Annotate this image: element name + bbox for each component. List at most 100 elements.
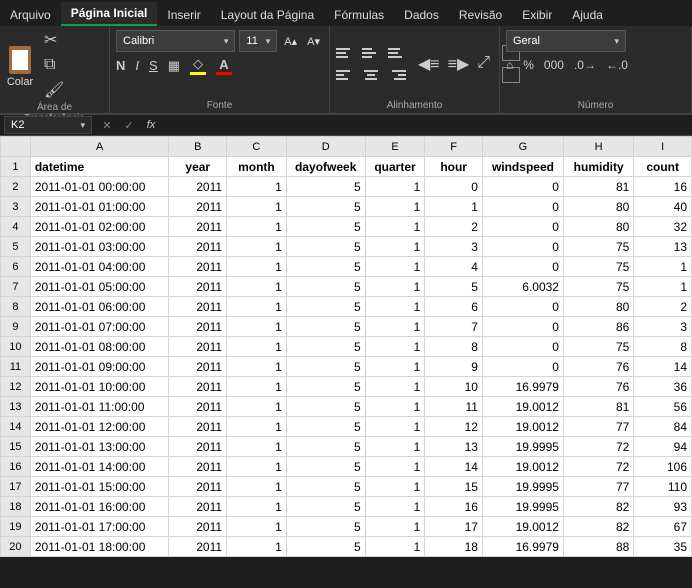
row-header-4[interactable]: 4 (1, 217, 31, 237)
cell[interactable]: 1 (365, 437, 425, 457)
cell[interactable]: 1 (227, 257, 287, 277)
cell[interactable]: 5 (286, 417, 365, 437)
cell[interactable]: 75 (563, 337, 633, 357)
cell[interactable]: 2011-01-01 09:00:00 (30, 357, 169, 377)
cell[interactable]: 72 (563, 457, 633, 477)
cell[interactable]: 1 (425, 197, 483, 217)
border-button[interactable]: ▦ (168, 58, 180, 74)
cell[interactable]: 2 (634, 297, 692, 317)
fx-icon[interactable]: fx (140, 119, 162, 131)
cell[interactable]: 9 (425, 357, 483, 377)
cell[interactable]: 14 (425, 457, 483, 477)
align-left-icon[interactable] (336, 67, 354, 83)
cell[interactable]: 1 (227, 417, 287, 437)
menu-pagina-inicial[interactable]: Página Inicial (61, 2, 158, 26)
cell[interactable]: 1 (227, 317, 287, 337)
cell[interactable]: 2011 (169, 417, 227, 437)
cell[interactable]: 5 (286, 337, 365, 357)
cell[interactable]: 1 (365, 217, 425, 237)
cell[interactable]: 2011-01-01 06:00:00 (30, 297, 169, 317)
cell[interactable]: 2011-01-01 05:00:00 (30, 277, 169, 297)
cell[interactable]: quarter (365, 157, 425, 177)
cell[interactable]: 2011 (169, 457, 227, 477)
cell[interactable]: 2011 (169, 197, 227, 217)
cell[interactable]: month (227, 157, 287, 177)
cell[interactable]: 1 (365, 317, 425, 337)
cell[interactable]: 19.9995 (482, 497, 563, 517)
cell[interactable]: 35 (634, 537, 692, 557)
cell[interactable]: 0 (482, 317, 563, 337)
cell[interactable]: 2011 (169, 317, 227, 337)
cell[interactable]: 5 (286, 457, 365, 477)
row-header-12[interactable]: 12 (1, 377, 31, 397)
cell[interactable]: 1 (365, 377, 425, 397)
decrease-decimal-icon[interactable]: ←.0 (606, 58, 628, 72)
paste-button[interactable]: Colar (6, 42, 34, 88)
cell[interactable]: humidity (563, 157, 633, 177)
row-header-11[interactable]: 11 (1, 357, 31, 377)
cell[interactable]: 0 (482, 297, 563, 317)
col-header-D[interactable]: D (286, 137, 365, 157)
cell[interactable]: 12 (425, 417, 483, 437)
cell[interactable]: 2011-01-01 04:00:00 (30, 257, 169, 277)
cell[interactable]: 7 (425, 317, 483, 337)
cell[interactable]: 1 (227, 537, 287, 557)
cell[interactable]: 82 (563, 517, 633, 537)
cell[interactable]: 5 (286, 197, 365, 217)
cell[interactable]: 80 (563, 297, 633, 317)
cell[interactable]: 36 (634, 377, 692, 397)
cell[interactable]: 1 (227, 297, 287, 317)
cell[interactable]: 86 (563, 317, 633, 337)
cell[interactable]: 2011 (169, 357, 227, 377)
cell[interactable]: 14 (634, 357, 692, 377)
format-painter-icon[interactable]: 🖌 (44, 80, 64, 100)
cell[interactable]: 19.0012 (482, 457, 563, 477)
cell[interactable]: 2 (425, 217, 483, 237)
cell[interactable]: 2011 (169, 497, 227, 517)
cell[interactable]: 19.0012 (482, 397, 563, 417)
cell[interactable]: 2011 (169, 337, 227, 357)
cell[interactable]: 1 (634, 257, 692, 277)
cell[interactable]: 1 (365, 497, 425, 517)
row-header-7[interactable]: 7 (1, 277, 31, 297)
cell[interactable]: 2011 (169, 257, 227, 277)
cell[interactable]: 1 (365, 277, 425, 297)
cell[interactable]: 2011 (169, 537, 227, 557)
cell[interactable]: 81 (563, 397, 633, 417)
cell[interactable]: 2011 (169, 177, 227, 197)
col-header-B[interactable]: B (169, 137, 227, 157)
cell[interactable]: 2011 (169, 217, 227, 237)
cell[interactable]: 81 (563, 177, 633, 197)
cell[interactable]: 1 (227, 397, 287, 417)
align-middle-icon[interactable] (362, 45, 380, 61)
cell[interactable]: 56 (634, 397, 692, 417)
row-header-9[interactable]: 9 (1, 317, 31, 337)
cell[interactable]: 2011 (169, 297, 227, 317)
cell[interactable]: 32 (634, 217, 692, 237)
row-header-15[interactable]: 15 (1, 437, 31, 457)
cell[interactable]: 77 (563, 477, 633, 497)
cell[interactable]: windspeed (482, 157, 563, 177)
cell[interactable]: 0 (482, 197, 563, 217)
spreadsheet-grid[interactable]: ABCDEFGHI1datetimeyearmonthdayofweekquar… (0, 136, 692, 557)
row-header-8[interactable]: 8 (1, 297, 31, 317)
cell[interactable]: 11 (425, 397, 483, 417)
row-header-3[interactable]: 3 (1, 197, 31, 217)
cell[interactable]: 1 (227, 217, 287, 237)
cell[interactable]: 17 (425, 517, 483, 537)
cell[interactable]: 75 (563, 277, 633, 297)
row-header-18[interactable]: 18 (1, 497, 31, 517)
cell[interactable]: 94 (634, 437, 692, 457)
cell[interactable]: 13 (634, 237, 692, 257)
cell[interactable]: 1 (227, 437, 287, 457)
cell[interactable]: 2011-01-01 01:00:00 (30, 197, 169, 217)
row-header-13[interactable]: 13 (1, 397, 31, 417)
cell[interactable]: 6 (425, 297, 483, 317)
cell[interactable]: 5 (286, 277, 365, 297)
cell[interactable]: 0 (482, 337, 563, 357)
cell[interactable]: 106 (634, 457, 692, 477)
cell[interactable]: 5 (286, 237, 365, 257)
row-header-17[interactable]: 17 (1, 477, 31, 497)
cell[interactable]: 5 (286, 257, 365, 277)
cell[interactable]: 6.0032 (482, 277, 563, 297)
